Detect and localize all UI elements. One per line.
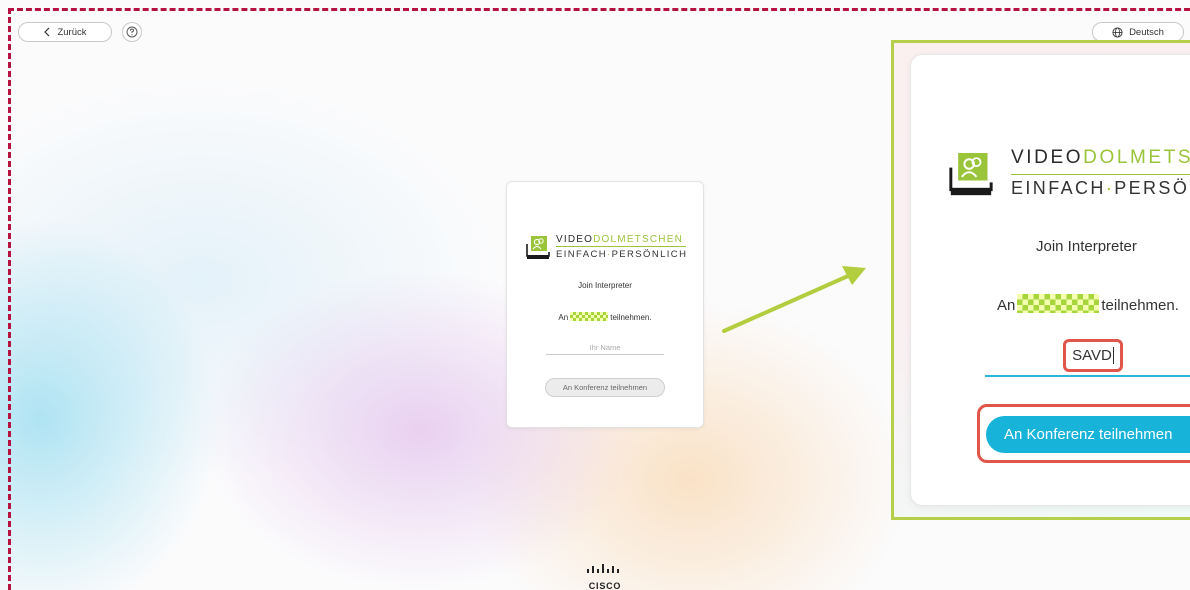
zoomed-join-heading: Join Interpreter: [1036, 238, 1137, 255]
language-button[interactable]: Deutsch: [1092, 22, 1184, 42]
zoomed-join-card: VIDEODOLMETSC EINFACH·PERSÖN Join Interp…: [910, 54, 1190, 506]
chevron-left-icon: [44, 27, 50, 37]
join-heading: Join Interpreter: [578, 281, 632, 290]
redacted-meeting-name: [570, 312, 609, 321]
globe-icon: [1112, 26, 1123, 38]
video-interpreter-logo-icon: [949, 153, 993, 196]
question-circle-icon: [126, 26, 138, 38]
meeting-join-screen: Zurück Deutsch VIDEODOLMETSCHEN EINFACH·…: [0, 0, 1190, 590]
help-button[interactable]: [122, 22, 142, 42]
zoomed-logo-wordmark-bottom: EINFACH·PERSÖN: [1011, 178, 1190, 198]
back-button[interactable]: Zurück: [18, 22, 112, 42]
logo-rule: [556, 246, 686, 247]
video-interpreter-logo-icon: [526, 236, 550, 259]
cisco-bars-icon: [587, 564, 619, 573]
zoomed-name-input-underline: [985, 375, 1190, 377]
cisco-logo: CISCO: [577, 563, 633, 590]
button-highlight-box: [977, 404, 1190, 463]
meeting-name-line: An teilnehmen.: [558, 312, 652, 322]
text-caret: [1112, 347, 1114, 364]
zoom-callout: VIDEODOLMETSC EINFACH·PERSÖN Join Interp…: [891, 40, 1190, 520]
language-label: Deutsch: [1129, 26, 1164, 38]
logo-wordmark-top: VIDEODOLMETSCHEN: [556, 234, 683, 245]
zoomed-name-value: SAVD: [1072, 347, 1112, 364]
back-button-label: Zurück: [57, 26, 87, 38]
logo-wordmark-bottom: EINFACH·PERSÖNLICH: [556, 249, 688, 260]
zoomed-logo-wordmark-top: VIDEODOLMETSC: [1011, 147, 1190, 168]
brand-logo: VIDEODOLMETSCHEN EINFACH·PERSÖNLICH: [525, 234, 690, 262]
join-conference-button[interactable]: An Konferenz teilnehmen: [545, 378, 665, 397]
name-input[interactable]: [546, 340, 664, 355]
zoomed-logo-rule: [1011, 174, 1190, 175]
redacted-meeting-name: [1017, 294, 1100, 313]
zoomed-meeting-name-line: An teilnehmen.: [997, 294, 1179, 314]
zoomed-name-input[interactable]: SAVD: [1063, 339, 1123, 372]
zoomed-brand-logo: VIDEODOLMETSC EINFACH·PERSÖN: [947, 147, 1190, 199]
cisco-wordmark: CISCO: [588, 581, 622, 590]
join-card: VIDEODOLMETSCHEN EINFACH·PERSÖNLICH Join…: [506, 181, 704, 428]
